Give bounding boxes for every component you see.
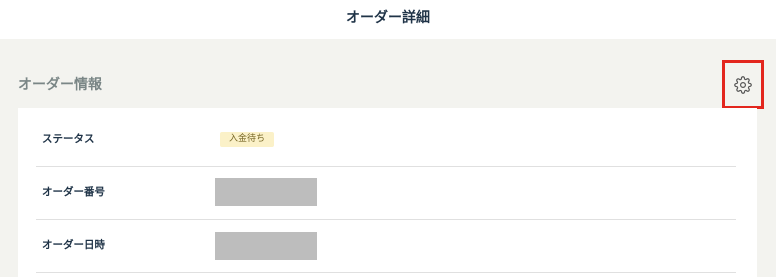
order-datetime-row: オーダー日時 — [36, 220, 736, 273]
row-label-status: ステータス — [42, 133, 95, 145]
redacted-order-datetime — [215, 232, 317, 260]
order-info-card: ステータス 入金待ち オーダー番号 オーダー日時 — [18, 108, 757, 277]
row-label-order-datetime: オーダー日時 — [42, 239, 105, 251]
row-label-order-number: オーダー番号 — [42, 186, 105, 198]
settings-button[interactable] — [730, 72, 756, 98]
page-title: オーダー詳細 — [346, 10, 430, 26]
order-number-row: オーダー番号 — [36, 167, 736, 220]
status-row: ステータス 入金待ち — [36, 108, 736, 167]
top-bar: オーダー詳細 — [0, 0, 776, 39]
redacted-order-number — [215, 178, 317, 206]
gear-icon — [734, 75, 752, 94]
section-title: オーダー情報 — [18, 77, 102, 93]
status-badge: 入金待ち — [220, 132, 275, 147]
settings-highlight-box — [722, 60, 764, 109]
